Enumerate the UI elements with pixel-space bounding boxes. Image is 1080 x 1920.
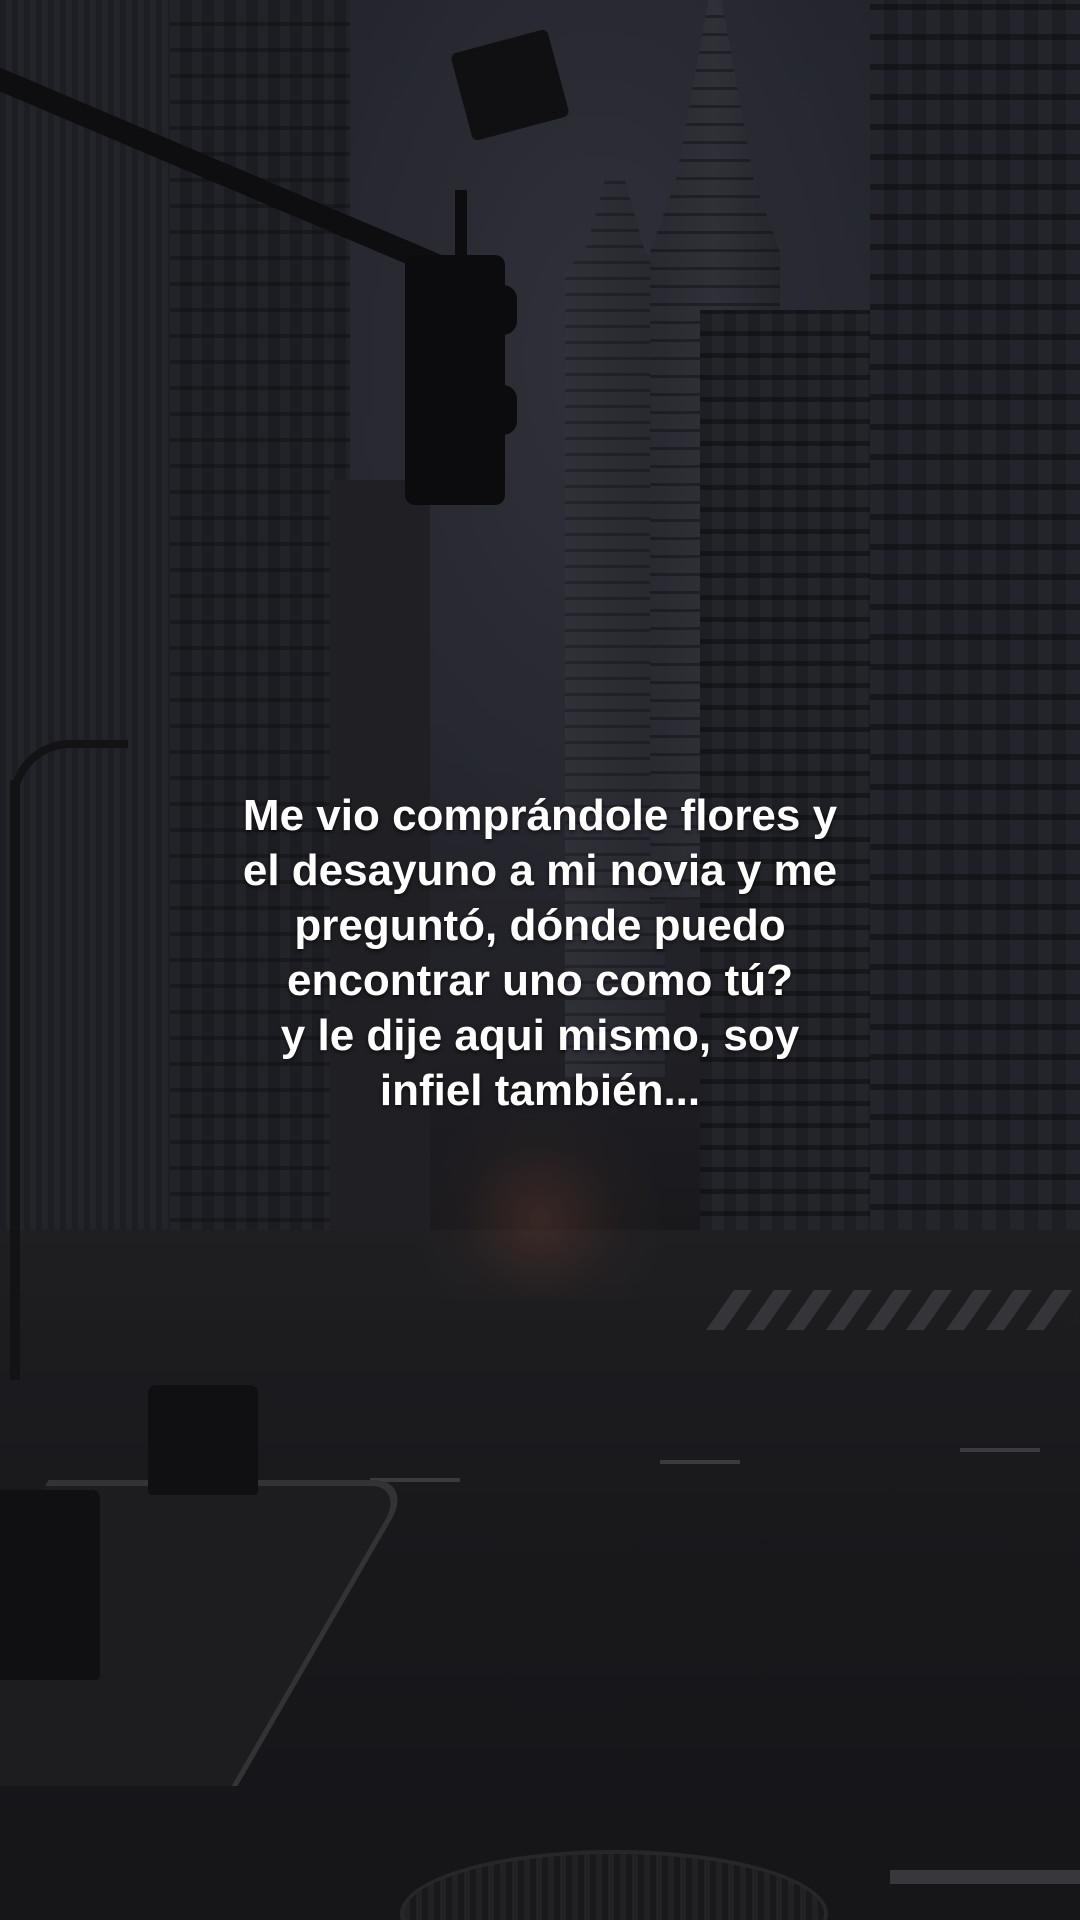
- caption-line: preguntó, dónde puedo: [294, 901, 786, 950]
- caption-text: Me vio comprándole flores y el desayuno …: [140, 788, 940, 1118]
- caption-line: encontrar uno como tú?: [287, 956, 793, 1005]
- caption-line: Me vio comprándole flores y: [242, 791, 838, 840]
- caption-line: el desayuno a mi novia y me: [242, 846, 838, 895]
- caption-line: infiel también...: [379, 1066, 701, 1115]
- caption-line: y le dije aqui mismo, soy: [280, 1011, 800, 1060]
- background-photo: Me vio comprándole flores y el desayuno …: [0, 0, 1080, 1920]
